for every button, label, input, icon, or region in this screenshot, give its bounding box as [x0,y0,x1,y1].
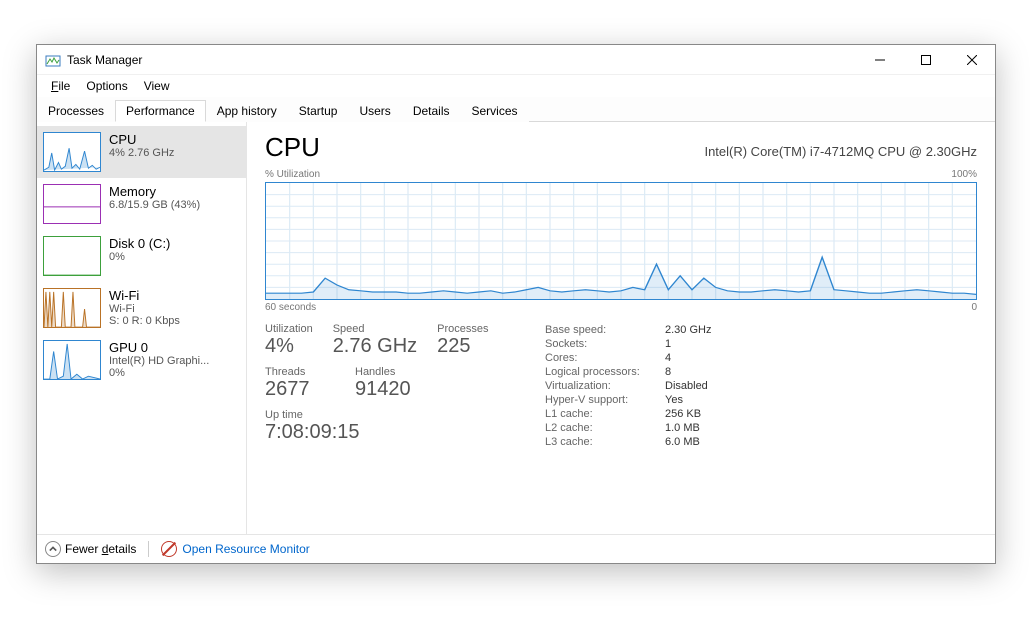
table-row: Sockets:1 [545,337,711,351]
tab-services[interactable]: Services [461,100,529,122]
kv-key: L3 cache: [545,435,665,449]
sidebar-item-gpu[interactable]: GPU 0 Intel(R) HD Graphi... 0% [37,334,246,386]
disk-thumb [43,236,101,276]
processes-value: 225 [437,335,507,358]
tab-users[interactable]: Users [348,100,401,122]
minimize-button[interactable] [857,45,903,75]
sidebar-cpu-sub: 4% 2.76 GHz [109,147,174,159]
cpu-details-table: Base speed:2.30 GHzSockets:1Cores:4Logic… [545,323,711,452]
titlebar: Task Manager [37,45,995,75]
tabbar: Processes Performance App history Startu… [37,97,995,122]
tab-apphistory[interactable]: App history [206,100,288,122]
cpu-model: Intel(R) Core(TM) i7-4712MQ CPU @ 2.30GH… [704,144,977,159]
kv-key: Logical processors: [545,365,665,379]
window-title: Task Manager [67,53,857,67]
gpu-thumb [43,340,101,380]
close-button[interactable] [949,45,995,75]
separator [148,541,149,557]
handles-value: 91420 [355,378,411,401]
page-title: CPU [265,132,320,163]
sidebar-gpu-label: GPU 0 [109,340,209,355]
table-row: Virtualization:Disabled [545,379,711,393]
kv-value: 6.0 MB [665,435,700,449]
content-area: CPU 4% 2.76 GHz Memory 6.8/15.9 GB (43%) [37,122,995,534]
fewer-details-button[interactable]: Fewer details [45,541,136,557]
table-row: Cores:4 [545,351,711,365]
speed-label: Speed [333,323,417,335]
uptime-value: 7:08:09:15 [265,421,535,444]
chart-axis-bot-right: 0 [971,302,977,313]
sidebar-cpu-label: CPU [109,132,174,147]
sidebar-item-memory[interactable]: Memory 6.8/15.9 GB (43%) [37,178,246,230]
wifi-thumb [43,288,101,328]
table-row: L1 cache:256 KB [545,407,711,421]
sidebar-wifi-sub1: Wi-Fi [109,303,180,315]
sidebar-memory-sub: 6.8/15.9 GB (43%) [109,199,200,211]
kv-key: Sockets: [545,337,665,351]
cpu-thumb [43,132,101,172]
menu-options[interactable]: Options [78,77,135,95]
memory-thumb [43,184,101,224]
sidebar-item-wifi[interactable]: Wi-Fi Wi-Fi S: 0 R: 0 Kbps [37,282,246,334]
sidebar-item-cpu[interactable]: CPU 4% 2.76 GHz [37,126,246,178]
bottombar: Fewer details Open Resource Monitor [37,534,995,563]
tab-processes[interactable]: Processes [37,100,115,122]
main-panel: CPU Intel(R) Core(TM) i7-4712MQ CPU @ 2.… [247,122,995,534]
kv-key: Base speed: [545,323,665,337]
sidebar-item-disk[interactable]: Disk 0 (C:) 0% [37,230,246,282]
sidebar-gpu-sub2: 0% [109,367,209,379]
kv-value: 4 [665,351,671,365]
threads-label: Threads [265,366,335,378]
tab-startup[interactable]: Startup [288,100,349,122]
table-row: L2 cache:1.0 MB [545,421,711,435]
kv-key: Virtualization: [545,379,665,393]
menu-file[interactable]: File [43,77,78,95]
kv-value: 8 [665,365,671,379]
resource-monitor-icon [161,541,177,557]
kv-key: L2 cache: [545,421,665,435]
tab-details[interactable]: Details [402,100,461,122]
kv-key: Hyper-V support: [545,393,665,407]
sidebar-disk-sub: 0% [109,251,170,263]
kv-value: 256 KB [665,407,701,421]
processes-label: Processes [437,323,507,335]
table-row: L3 cache:6.0 MB [545,435,711,449]
menu-view[interactable]: View [136,77,178,95]
chevron-up-icon [45,541,61,557]
menubar: File Options View [37,75,995,97]
handles-label: Handles [355,366,411,378]
sidebar-memory-label: Memory [109,184,200,199]
tab-performance[interactable]: Performance [115,100,206,122]
app-icon [45,52,61,68]
maximize-button[interactable] [903,45,949,75]
perf-sidebar: CPU 4% 2.76 GHz Memory 6.8/15.9 GB (43%) [37,122,247,534]
utilization-label: Utilization [265,323,313,335]
task-manager-window: Task Manager File Options View Processes… [36,44,996,564]
chart-axis-top-right: 100% [951,169,977,180]
table-row: Base speed:2.30 GHz [545,323,711,337]
window-controls [857,45,995,75]
kv-key: Cores: [545,351,665,365]
threads-value: 2677 [265,378,335,401]
chart-axis-top-left: % Utilization [265,169,320,180]
sidebar-wifi-label: Wi-Fi [109,288,180,303]
kv-value: 1 [665,337,671,351]
kv-value: Yes [665,393,683,407]
sidebar-wifi-sub2: S: 0 R: 0 Kbps [109,315,180,327]
sidebar-gpu-sub1: Intel(R) HD Graphi... [109,355,209,367]
kv-key: L1 cache: [545,407,665,421]
open-resource-monitor-link[interactable]: Open Resource Monitor [161,541,309,557]
sidebar-disk-label: Disk 0 (C:) [109,236,170,251]
kv-value: 2.30 GHz [665,323,711,337]
speed-value: 2.76 GHz [333,335,417,358]
kv-value: 1.0 MB [665,421,700,435]
table-row: Logical processors:8 [545,365,711,379]
kv-value: Disabled [665,379,708,393]
utilization-value: 4% [265,335,313,358]
table-row: Hyper-V support:Yes [545,393,711,407]
chart-axis-bot-left: 60 seconds [265,302,316,313]
uptime-label: Up time [265,409,535,421]
cpu-utilization-chart [265,182,977,300]
